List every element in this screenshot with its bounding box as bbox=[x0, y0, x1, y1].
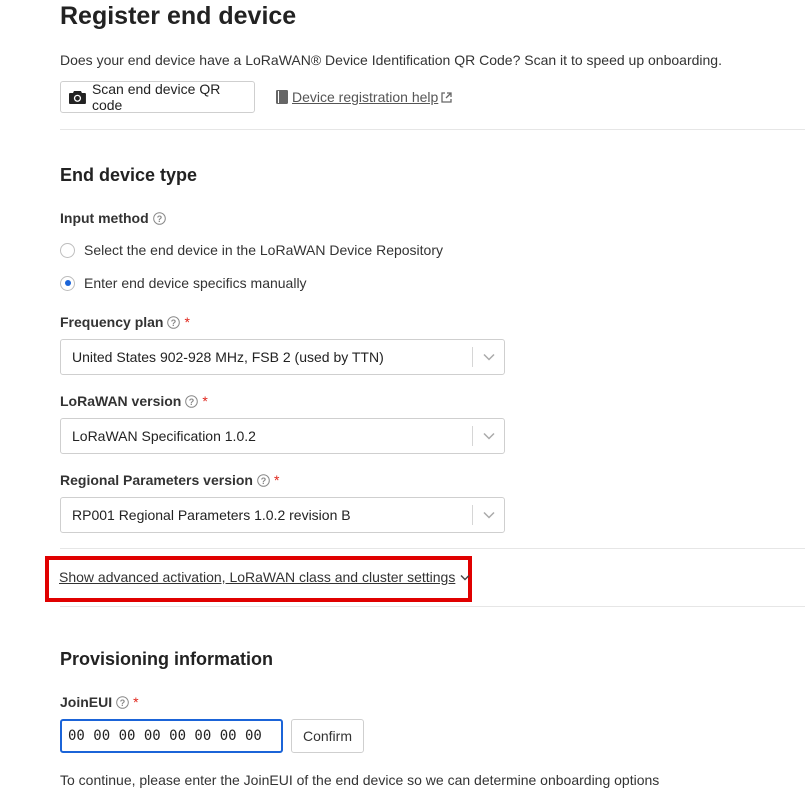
svg-text:?: ? bbox=[171, 318, 177, 328]
help-question-icon[interactable]: ? bbox=[152, 211, 166, 225]
scan-qr-button-label: Scan end device QR code bbox=[91, 81, 221, 113]
joineui-label: JoinEUI ? * bbox=[60, 694, 139, 710]
lorawan-version-label-text: LoRaWAN version bbox=[60, 393, 182, 409]
section-divider bbox=[60, 606, 805, 607]
advanced-link-label: Show advanced activation, LoRaWAN class … bbox=[59, 569, 456, 585]
confirm-button[interactable]: Confirm bbox=[291, 719, 364, 753]
lorawan-version-value: LoRaWAN Specification 1.0.2 bbox=[72, 428, 256, 444]
chevron-down-icon[interactable] bbox=[473, 432, 504, 440]
page-title: Register end device bbox=[60, 2, 297, 30]
required-marker: * bbox=[133, 694, 139, 710]
section-divider bbox=[60, 129, 805, 130]
device-registration-help-link[interactable]: Device registration help bbox=[276, 89, 452, 105]
svg-text:?: ? bbox=[261, 476, 267, 486]
required-marker: * bbox=[202, 393, 208, 409]
lorawan-version-label: LoRaWAN version ? * bbox=[60, 393, 208, 409]
radio-button[interactable] bbox=[60, 242, 75, 258]
book-icon bbox=[276, 90, 288, 104]
frequency-plan-label: Frequency plan ? * bbox=[60, 314, 190, 330]
provisioning-heading: Provisioning information bbox=[60, 649, 274, 669]
external-link-icon bbox=[441, 91, 452, 103]
frequency-plan-select[interactable]: United States 902-928 MHz, FSB 2 (used b… bbox=[60, 339, 505, 375]
input-method-label-text: Input method bbox=[60, 210, 149, 226]
required-marker: * bbox=[273, 472, 280, 488]
frequency-plan-value: United States 902-928 MHz, FSB 2 (used b… bbox=[72, 349, 384, 365]
input-method-label: Input method ? bbox=[60, 210, 166, 226]
qr-prompt-text: Does your end device have a LoRaWAN® Dev… bbox=[60, 52, 722, 68]
joineui-hint-text: To continue, please enter the JoinEUI of… bbox=[60, 772, 660, 788]
chevron-down-icon bbox=[460, 574, 470, 581]
radio-option-label: Enter end device specifics manually bbox=[84, 275, 307, 291]
radio-option-manual[interactable]: Enter end device specifics manually bbox=[60, 275, 307, 291]
joineui-label-text: JoinEUI bbox=[60, 694, 113, 710]
scan-qr-button[interactable]: Scan end device QR code bbox=[60, 81, 255, 113]
help-question-icon[interactable]: ? bbox=[116, 695, 129, 709]
camera-icon bbox=[69, 91, 86, 104]
regional-parameters-select[interactable]: RP001 Regional Parameters 1.0.2 revision… bbox=[60, 497, 505, 533]
help-question-icon[interactable]: ? bbox=[257, 473, 270, 487]
help-question-icon[interactable]: ? bbox=[185, 394, 199, 408]
svg-text:?: ? bbox=[120, 698, 126, 708]
regional-parameters-label-text: Regional Parameters version bbox=[60, 472, 253, 488]
frequency-plan-label-text: Frequency plan bbox=[60, 314, 164, 330]
regional-parameters-value: RP001 Regional Parameters 1.0.2 revision… bbox=[72, 507, 351, 523]
show-advanced-settings-link[interactable]: Show advanced activation, LoRaWAN class … bbox=[59, 569, 470, 585]
radio-button-selected[interactable] bbox=[60, 275, 75, 291]
section-divider bbox=[60, 548, 805, 549]
chevron-down-icon[interactable] bbox=[473, 353, 504, 361]
joineui-input[interactable] bbox=[60, 719, 283, 753]
svg-text:?: ? bbox=[189, 397, 195, 407]
regional-parameters-label: Regional Parameters version ? * bbox=[60, 472, 279, 488]
chevron-down-icon[interactable] bbox=[473, 511, 504, 519]
radio-option-device-repository[interactable]: Select the end device in the LoRaWAN Dev… bbox=[60, 242, 443, 258]
radio-option-label: Select the end device in the LoRaWAN Dev… bbox=[84, 242, 443, 258]
lorawan-version-select[interactable]: LoRaWAN Specification 1.0.2 bbox=[60, 418, 505, 454]
svg-text:?: ? bbox=[156, 214, 162, 224]
end-device-type-heading: End device type bbox=[60, 165, 198, 185]
help-question-icon[interactable]: ? bbox=[167, 315, 181, 329]
help-link-label: Device registration help bbox=[292, 89, 439, 105]
required-marker: * bbox=[184, 314, 190, 330]
